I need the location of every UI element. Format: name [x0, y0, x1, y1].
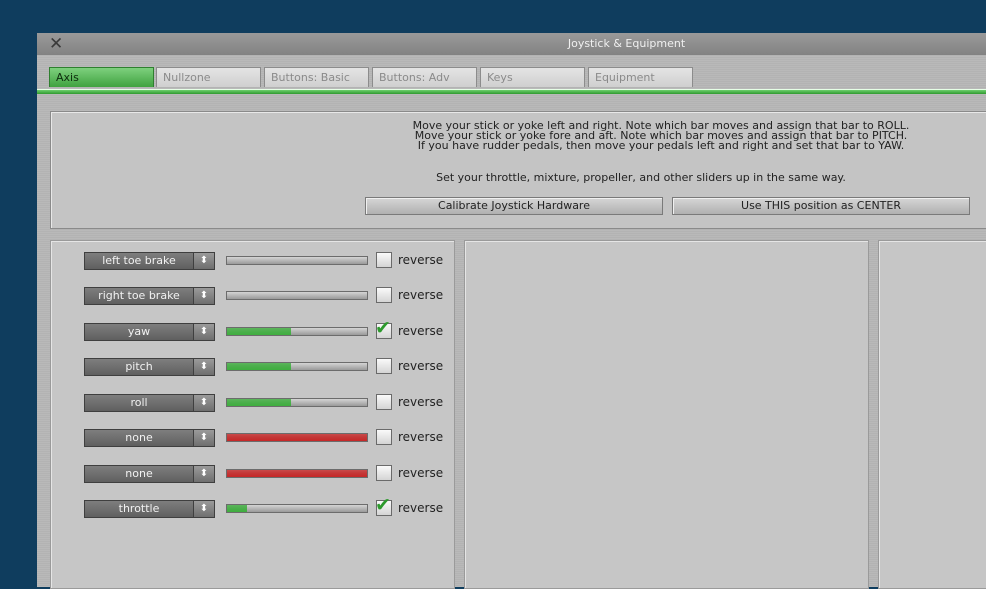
reverse-label: reverse — [398, 253, 444, 267]
reverse-checkbox[interactable]: ✔ — [375, 495, 392, 516]
reverse-label: reverse — [398, 501, 444, 515]
updown-arrow-icon[interactable]: ⬍ — [193, 288, 214, 304]
reverse-checkbox[interactable] — [376, 287, 392, 303]
axis-value-bar-fill — [227, 328, 291, 335]
reverse-checkbox[interactable] — [376, 252, 392, 268]
axis-value-bar — [226, 469, 368, 478]
joystick-equipment-window: ✕ Joystick & Equipment Axis Nullzone But… — [37, 33, 986, 589]
axis-value-bar-fill — [227, 363, 291, 370]
reverse-checkbox[interactable] — [376, 465, 392, 481]
axis-assignment-label: none — [125, 467, 153, 480]
instruction-sliders: Set your throttle, mixture, propeller, a… — [436, 171, 846, 184]
updown-arrow-icon[interactable]: ⬍ — [193, 430, 214, 446]
instructions-panel: Move your stick or yoke left and right. … — [50, 111, 986, 229]
axis-value-bar — [226, 398, 368, 407]
reverse-checkbox[interactable] — [376, 429, 392, 445]
reverse-label: reverse — [398, 466, 444, 480]
axis-value-bar-fill — [227, 505, 247, 512]
axis-assignment-dropdown[interactable]: none ⬍ — [84, 465, 215, 483]
updown-arrow-icon[interactable]: ⬍ — [193, 466, 214, 482]
axis-value-bar — [226, 504, 368, 513]
axis-assignment-label: pitch — [125, 360, 153, 373]
tab-underline — [37, 89, 986, 94]
axis-assignment-panel: left toe brake ⬍ reverse right toe brake ⬍ re… — [50, 240, 455, 589]
use-center-position-button[interactable]: Use THIS position as CENTER — [672, 197, 970, 215]
reverse-label: reverse — [398, 324, 444, 338]
updown-arrow-icon[interactable]: ⬍ — [193, 395, 214, 411]
axis-assignment-label: right toe brake — [98, 289, 180, 302]
axis-assignment-dropdown[interactable]: left toe brake ⬍ — [84, 252, 215, 270]
tab-equipment[interactable]: Equipment — [588, 67, 693, 87]
axis-assignment-label: left toe brake — [102, 254, 176, 267]
tab-axis[interactable]: Axis — [49, 67, 154, 87]
axis-value-bar — [226, 433, 368, 442]
axis-assignment-dropdown[interactable]: yaw ⬍ — [84, 323, 215, 341]
axis-assignment-dropdown[interactable]: right toe brake ⬍ — [84, 287, 215, 305]
tab-keys[interactable]: Keys — [480, 67, 585, 87]
axis-detail-panel — [464, 240, 869, 589]
axis-value-bar — [226, 327, 368, 336]
reverse-label: reverse — [398, 430, 444, 444]
reverse-label: reverse — [398, 395, 444, 409]
axis-value-bar — [226, 362, 368, 371]
calibrate-joystick-button[interactable]: Calibrate Joystick Hardware — [365, 197, 663, 215]
axis-value-bar-fill — [227, 399, 291, 406]
updown-arrow-icon[interactable]: ⬍ — [193, 324, 214, 340]
axis-assignment-label: roll — [130, 396, 148, 409]
reverse-label: reverse — [398, 288, 444, 302]
updown-arrow-icon[interactable]: ⬍ — [193, 359, 214, 375]
tab-buttons-adv[interactable]: Buttons: Adv — [372, 67, 477, 87]
instruction-yaw: If you have rudder pedals, then move you… — [417, 139, 905, 152]
axis-value-bar — [226, 291, 368, 300]
axis-value-bar-fill — [227, 470, 367, 477]
axis-assignment-label: none — [125, 431, 153, 444]
reverse-checkbox[interactable] — [376, 358, 392, 374]
updown-arrow-icon[interactable]: ⬍ — [193, 501, 214, 517]
updown-arrow-icon[interactable]: ⬍ — [193, 253, 214, 269]
reverse-checkbox[interactable] — [376, 394, 392, 410]
checkmark-icon: ✔ — [375, 494, 391, 516]
axis-value-bar — [226, 256, 368, 265]
axis-assignment-dropdown[interactable]: pitch ⬍ — [84, 358, 215, 376]
axis-assignment-dropdown[interactable]: none ⬍ — [84, 429, 215, 447]
axis-assignment-dropdown[interactable]: roll ⬍ — [84, 394, 215, 412]
axis-value-bar-fill — [227, 434, 367, 441]
instructions-text: Move your stick or yoke left and right. … — [351, 120, 971, 152]
title-bar[interactable]: ✕ Joystick & Equipment — [37, 33, 986, 55]
axis-assignment-dropdown[interactable]: throttle ⬍ — [84, 500, 215, 518]
extra-panel — [878, 240, 986, 589]
window-title: Joystick & Equipment — [567, 37, 686, 50]
axis-assignment-label: throttle — [118, 502, 160, 515]
tab-nullzone[interactable]: Nullzone — [156, 67, 261, 87]
reverse-label: reverse — [398, 359, 444, 373]
checkmark-icon: ✔ — [375, 317, 391, 339]
axis-assignment-label: yaw — [127, 325, 151, 338]
reverse-checkbox[interactable]: ✔ — [375, 318, 392, 339]
tab-buttons-basic[interactable]: Buttons: Basic — [264, 67, 369, 87]
